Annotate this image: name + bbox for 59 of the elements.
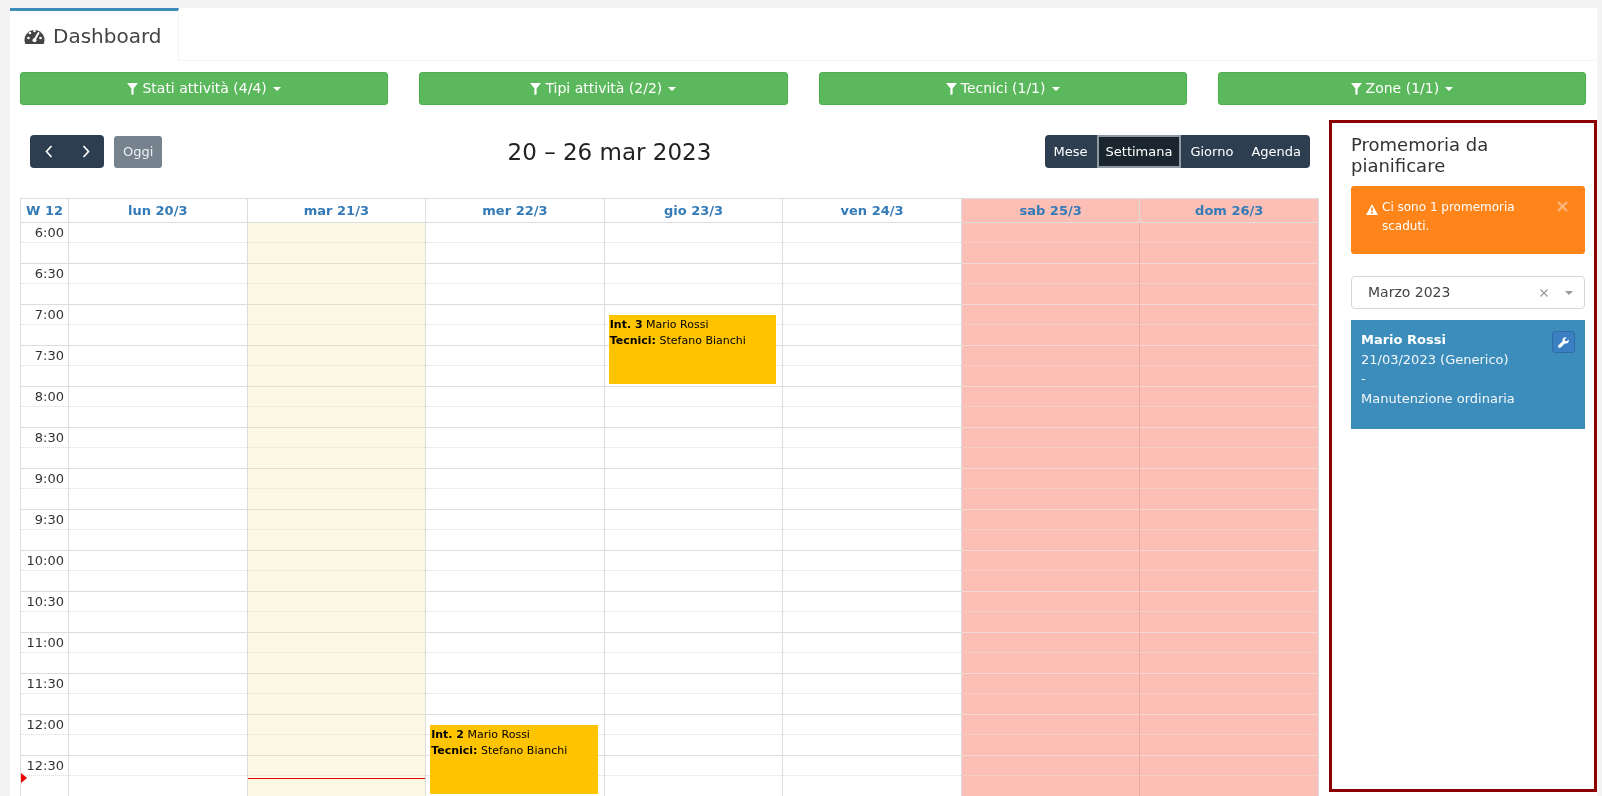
time-label: 7:30 bbox=[34, 349, 64, 362]
view-tab[interactable]: Giorno bbox=[1181, 135, 1243, 168]
calendar-title: 20 – 26 mar 2023 bbox=[507, 137, 712, 166]
view-tab[interactable]: Settimana bbox=[1096, 135, 1182, 168]
time-label: 10:00 bbox=[26, 554, 64, 567]
reminder-detail: - bbox=[1361, 370, 1366, 388]
day-header: dom 26/3 bbox=[1139, 199, 1318, 223]
time-label: 7:00 bbox=[34, 308, 64, 321]
event-title: Int. 2 Mario Rossi bbox=[431, 727, 530, 743]
event-title: Int. 3 Mario Rossi bbox=[609, 317, 709, 333]
day-header: lun 20/3 bbox=[68, 199, 247, 223]
time-label: 11:00 bbox=[26, 636, 64, 649]
warning-icon bbox=[1366, 204, 1378, 215]
filter-icon bbox=[530, 82, 542, 95]
caret-icon bbox=[1565, 290, 1573, 295]
clear-icon[interactable] bbox=[1540, 288, 1548, 297]
time-label: 11:30 bbox=[26, 677, 64, 690]
event-detail: Tecnici: Stefano Bianchi bbox=[431, 743, 568, 759]
day-header: sab 25/3 bbox=[960, 199, 1140, 223]
time-label: 8:00 bbox=[34, 390, 64, 403]
day-header: mar 21/3 bbox=[246, 199, 426, 223]
alert-message: Ci sono 1 promemoria scaduti. bbox=[1382, 199, 1516, 235]
caret-icon bbox=[272, 86, 281, 91]
filter-icon bbox=[1350, 82, 1362, 95]
calendar-event[interactable]: Int. 3 Mario Rossi Tecnici: Stefano Bianchi bbox=[608, 315, 777, 384]
filter-icon bbox=[945, 82, 957, 95]
caret-icon bbox=[1051, 86, 1060, 91]
next-button[interactable] bbox=[67, 135, 104, 168]
day-header: ven 24/3 bbox=[782, 199, 961, 223]
filter-icon bbox=[127, 82, 139, 95]
view-tab[interactable]: Mese bbox=[1044, 135, 1097, 168]
time-label: 10:30 bbox=[26, 595, 64, 608]
panel-title: Promemoria da pianificare bbox=[1351, 134, 1490, 176]
reminder-detail: 21/03/2023 (Generico) bbox=[1361, 350, 1509, 369]
chevron-right-icon bbox=[81, 145, 90, 158]
previous-button[interactable] bbox=[30, 135, 67, 168]
view-tab[interactable]: Agenda bbox=[1242, 135, 1310, 168]
caret-icon bbox=[1445, 86, 1454, 91]
time-label: 6:00 bbox=[34, 226, 64, 239]
time-label: 12:30 bbox=[26, 759, 64, 772]
reminder-detail: Manutenzione ordinaria bbox=[1361, 389, 1515, 408]
day-header: mer 22/3 bbox=[425, 199, 604, 223]
calendar-event[interactable]: Int. 2 Mario Rossi Tecnici: Stefano Bianchi bbox=[430, 725, 598, 794]
wrench-icon bbox=[1558, 336, 1569, 348]
edit-button[interactable] bbox=[1552, 331, 1575, 353]
reminder-card[interactable]: Mario Rossi 21/03/2023 (Generico) - Manutenzione ordinaria bbox=[1351, 320, 1585, 429]
chevron-left-icon bbox=[44, 145, 53, 158]
month-select[interactable]: Marzo 2023 bbox=[1351, 276, 1585, 309]
time-label: 6:30 bbox=[34, 267, 64, 280]
reminder-name: Mario Rossi bbox=[1361, 331, 1446, 349]
time-label: 8:30 bbox=[34, 431, 64, 444]
time-label: 9:30 bbox=[34, 513, 64, 526]
gauge-icon bbox=[24, 27, 45, 45]
time-label: 12:00 bbox=[26, 718, 64, 731]
event-detail: Tecnici: Stefano Bianchi bbox=[609, 333, 746, 349]
tab[interactable]: Dashboard bbox=[10, 8, 179, 61]
time-label: 9:00 bbox=[34, 472, 64, 485]
day-header: gio 23/3 bbox=[603, 199, 783, 223]
caret-icon bbox=[668, 86, 677, 91]
